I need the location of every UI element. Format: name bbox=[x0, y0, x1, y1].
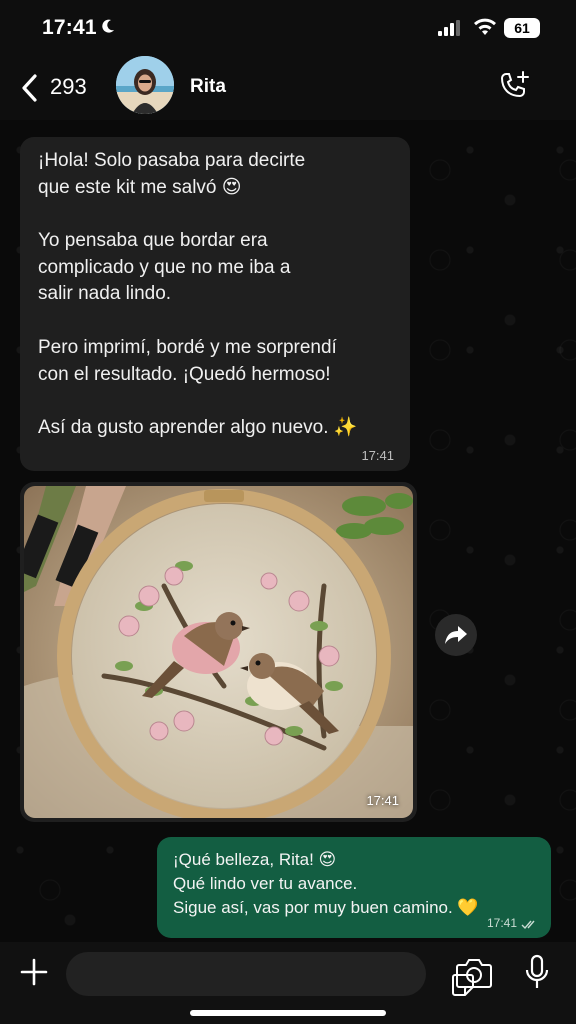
outgoing-timestamp: 17:41 bbox=[486, 916, 517, 930]
message-timestamp: 17:41 bbox=[361, 448, 394, 463]
forward-button[interactable] bbox=[435, 614, 477, 656]
signal-icon bbox=[438, 20, 460, 36]
chat-header: 293 Rita bbox=[0, 56, 576, 120]
embroidery-hoop-photo[interactable]: 17:41 bbox=[24, 486, 413, 818]
battery-icon: 61 bbox=[504, 18, 540, 38]
message-input[interactable] bbox=[66, 952, 474, 996]
incoming-paragraph-2: Yo pensaba que bordar era complicado y q… bbox=[38, 230, 291, 304]
contact-name[interactable]: Rita bbox=[190, 76, 226, 98]
incoming-message-bubble[interactable]: ¡Hola! Solo pasaba para decirte que este… bbox=[20, 137, 410, 471]
double-check-icon bbox=[521, 920, 535, 930]
outgoing-message-bubble[interactable]: ¡Qué belleza, Rita! 😍 Qué lindo ver tu a… bbox=[157, 837, 551, 938]
incoming-paragraph-3: Pero imprimí, bordé y me sorprendí con e… bbox=[38, 337, 337, 385]
add-call-icon[interactable] bbox=[494, 68, 532, 106]
incoming-paragraph-4: Así da gusto aprender algo nuevo. ✨ bbox=[38, 417, 358, 438]
incoming-image-bubble[interactable]: 17:41 bbox=[20, 482, 417, 822]
status-time: 17:41 bbox=[42, 16, 97, 39]
avatar[interactable] bbox=[116, 56, 174, 114]
home-indicator bbox=[190, 1010, 386, 1016]
plus-icon[interactable] bbox=[18, 956, 50, 988]
moon-icon bbox=[102, 19, 114, 33]
microphone-icon[interactable] bbox=[522, 954, 552, 992]
back-unread-count[interactable]: 293 bbox=[50, 74, 87, 100]
camera-icon[interactable] bbox=[455, 956, 493, 990]
outgoing-line-1: ¡Qué belleza, Rita! 😍 bbox=[173, 850, 337, 869]
image-timestamp: 17:41 bbox=[366, 793, 399, 808]
incoming-paragraph-1: ¡Hola! Solo pasaba para decirte que este… bbox=[38, 150, 306, 198]
outgoing-line-3: Sigue así, vas por muy buen camino. 💛 bbox=[173, 898, 479, 917]
status-bar: 17:41 61 bbox=[0, 0, 576, 56]
outgoing-line-2: Qué lindo ver tu avance. bbox=[173, 874, 358, 893]
chevron-left-icon[interactable] bbox=[18, 70, 42, 106]
forward-icon bbox=[445, 626, 467, 644]
wifi-icon bbox=[474, 18, 496, 35]
composer-bar bbox=[0, 942, 576, 1024]
